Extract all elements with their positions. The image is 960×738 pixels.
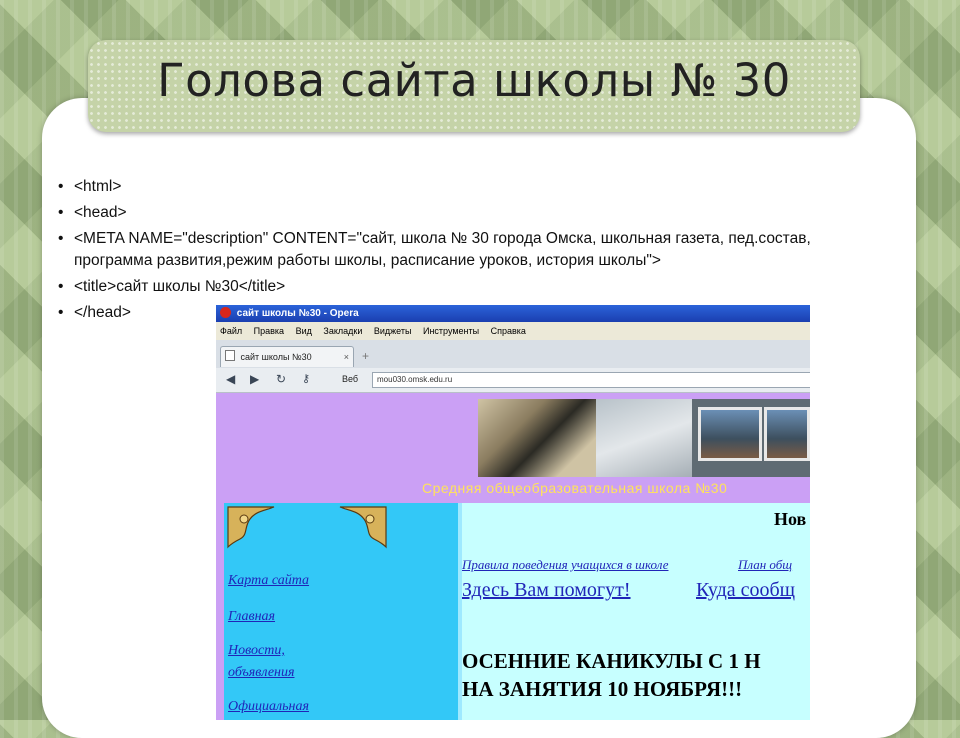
menu-bar: Файл Правка Вид Закладки Виджеты Инструм… — [216, 322, 810, 341]
browser-screenshot: сайт школы №30 - Opera Файл Правка Вид З… — [216, 305, 810, 720]
key-icon[interactable]: ⚷ — [302, 372, 310, 385]
browser-titlebar: сайт школы №30 - Opera — [216, 305, 810, 322]
menu-item-tools[interactable]: Инструменты — [423, 326, 479, 336]
news-heading: Нов — [774, 509, 807, 529]
graduation-cap-photo — [478, 399, 596, 477]
main-column: Нов Правила поведения учащихся в школе П… — [462, 503, 810, 720]
close-tab-icon[interactable]: × — [344, 347, 349, 367]
nav-link-home[interactable]: Главная — [228, 609, 275, 625]
menu-item-help[interactable]: Справка — [491, 326, 526, 336]
reload-icon[interactable]: ↻ — [276, 372, 286, 386]
bullet-item: <head> — [58, 202, 888, 224]
students-photo — [692, 399, 810, 477]
school-name: Средняя общеобразовательная школа №30 — [422, 480, 728, 496]
students-photo-frame — [698, 407, 762, 461]
back-icon[interactable]: ◀ — [226, 372, 235, 386]
link-plan[interactable]: План общ — [738, 557, 792, 573]
web-label: Веб — [342, 374, 359, 384]
corner-ornament-icon — [227, 506, 275, 549]
page-icon — [225, 350, 235, 361]
notice-line-1: ОСЕННИЕ КАНИКУЛЫ С 1 Н — [462, 649, 761, 673]
opera-logo-icon — [220, 307, 231, 318]
menu-item-bookmarks[interactable]: Закладки — [323, 326, 362, 336]
navigation-bar: ◀ ▶ ↻ ⚷ Веб mou030.omsk.edu.ru — [216, 368, 810, 393]
bullet-item: <title>сайт школы №30</title> — [58, 276, 888, 298]
menu-item-widgets[interactable]: Виджеты — [374, 326, 412, 336]
address-bar[interactable]: mou030.omsk.edu.ru — [372, 372, 810, 388]
new-tab-button[interactable]: + — [362, 349, 369, 363]
menu-item-file[interactable]: Файл — [220, 326, 242, 336]
page-title: Голова сайта школы № 30 — [157, 54, 791, 107]
menu-item-view[interactable]: Вид — [296, 326, 312, 336]
tab-label: сайт школы №30 — [240, 352, 312, 362]
link-help[interactable]: Здесь Вам помогут! — [462, 579, 631, 602]
tab-bar: сайт школы №30 × + — [216, 340, 810, 368]
page-content: Средняя общеобразовательная школа №30 Ка… — [216, 393, 810, 720]
tab-school-site[interactable]: сайт школы №30 × — [220, 346, 354, 367]
link-rules[interactable]: Правила поведения учащихся в школе — [462, 557, 668, 573]
link-report[interactable]: Куда сообщ — [696, 579, 795, 602]
menu-item-edit[interactable]: Правка — [254, 326, 284, 336]
students-photo-frame — [764, 407, 810, 461]
title-bar: Голова сайта школы № 30 — [88, 40, 860, 132]
bullet-item: <html> — [58, 176, 888, 198]
left-navigation: Карта сайта Главная Новости, объявления … — [224, 503, 462, 720]
notebook-photo — [596, 399, 694, 477]
nav-link-sitemap[interactable]: Карта сайта — [228, 573, 309, 589]
window-title: сайт школы №30 - Opera — [236, 308, 359, 319]
nav-link-official[interactable]: Официальная — [228, 699, 309, 715]
notice-line-2: НА ЗАНЯТИЯ 10 НОЯБРЯ!!! — [462, 677, 743, 701]
forward-icon[interactable]: ▶ — [250, 372, 259, 386]
bullet-item: <META NAME="description" CONTENT="сайт, … — [58, 228, 888, 272]
corner-ornament-icon — [339, 506, 387, 549]
nav-link-news[interactable]: Новости, — [228, 643, 285, 659]
nav-link-announcements[interactable]: объявления — [228, 665, 294, 681]
